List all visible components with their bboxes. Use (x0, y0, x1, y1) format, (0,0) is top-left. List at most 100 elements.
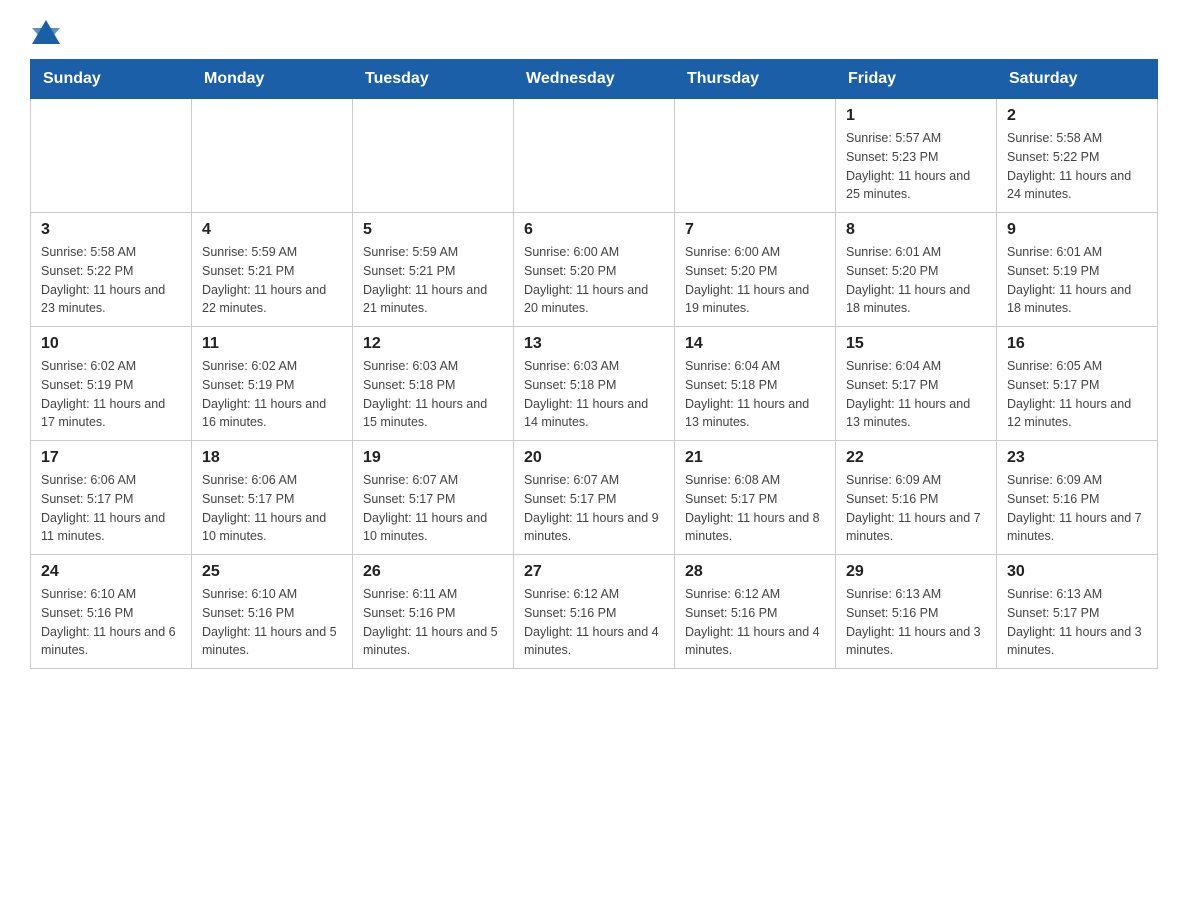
calendar-week-row: 24 Sunrise: 6:10 AMSunset: 5:16 PMDayligh… (31, 555, 1158, 669)
day-info: Sunrise: 6:05 AMSunset: 5:17 PMDaylight:… (1007, 357, 1147, 432)
calendar-cell: 25Sunrise: 6:10 AMSunset: 5:16 PMDayligh… (192, 555, 353, 669)
day-number: 2 (1007, 107, 1147, 125)
day-info: Sunrise: 6:11 AMSunset: 5:16 PMDaylight:… (363, 585, 503, 660)
calendar-cell: 22 Sunrise: 6:09 AMSunset: 5:16 PMDayligh… (836, 441, 997, 555)
day-info: Sunrise: 6:13 AMSunset: 5:17 PMDaylight:… (1007, 585, 1147, 660)
calendar-cell: 24 Sunrise: 6:10 AMSunset: 5:16 PMDayligh… (31, 555, 192, 669)
day-info: Sunrise: 6:08 AMSunset: 5:17 PMDaylight:… (685, 471, 825, 546)
calendar-cell: 6 Sunrise: 6:00 AMSunset: 5:20 PMDaylight… (514, 213, 675, 327)
day-info: Sunrise: 5:59 AMSunset: 5:21 PMDaylight:… (363, 243, 503, 318)
day-number: 26 (363, 563, 503, 581)
calendar-cell: 11 Sunrise: 6:02 AMSunset: 5:19 PMDayligh… (192, 327, 353, 441)
day-number: 13 (524, 335, 664, 353)
day-info: Sunrise: 6:09 AMSunset: 5:16 PMDaylight:… (1007, 471, 1147, 546)
calendar-cell: 19 Sunrise: 6:07 AMSunset: 5:17 PMDayligh… (353, 441, 514, 555)
header-thursday: Thursday (675, 60, 836, 99)
day-number: 14 (685, 335, 825, 353)
calendar-cell: 28Sunrise: 6:12 AMSunset: 5:16 PMDayligh… (675, 555, 836, 669)
day-number: 8 (846, 221, 986, 239)
calendar-cell (353, 99, 514, 213)
day-number: 16 (1007, 335, 1147, 353)
calendar-cell: 4Sunrise: 5:59 AMSunset: 5:21 PMDaylight… (192, 213, 353, 327)
calendar-cell: 21 Sunrise: 6:08 AMSunset: 5:17 PMDayligh… (675, 441, 836, 555)
calendar-cell: 13 Sunrise: 6:03 AMSunset: 5:18 PMDayligh… (514, 327, 675, 441)
day-info: Sunrise: 6:12 AMSunset: 5:16 PMDaylight:… (524, 585, 664, 660)
calendar-cell: 5 Sunrise: 5:59 AMSunset: 5:21 PMDaylight… (353, 213, 514, 327)
day-number: 19 (363, 449, 503, 467)
day-number: 18 (202, 449, 342, 467)
day-number: 5 (363, 221, 503, 239)
day-info: Sunrise: 6:07 AMSunset: 5:17 PMDaylight:… (524, 471, 664, 546)
calendar-cell: 17 Sunrise: 6:06 AMSunset: 5:17 PMDayligh… (31, 441, 192, 555)
calendar-cell: 14 Sunrise: 6:04 AMSunset: 5:18 PMDayligh… (675, 327, 836, 441)
calendar-cell (31, 99, 192, 213)
calendar-cell (192, 99, 353, 213)
day-number: 28 (685, 563, 825, 581)
calendar-week-row: 17 Sunrise: 6:06 AMSunset: 5:17 PMDayligh… (31, 441, 1158, 555)
day-info: Sunrise: 5:58 AMSunset: 5:22 PMDaylight:… (1007, 129, 1147, 204)
calendar-cell: 3 Sunrise: 5:58 AMSunset: 5:22 PMDaylight… (31, 213, 192, 327)
day-number: 20 (524, 449, 664, 467)
day-info: Sunrise: 6:01 AMSunset: 5:20 PMDaylight:… (846, 243, 986, 318)
day-info: Sunrise: 6:06 AMSunset: 5:17 PMDaylight:… (41, 471, 181, 546)
day-info: Sunrise: 6:13 AMSunset: 5:16 PMDaylight:… (846, 585, 986, 660)
day-number: 6 (524, 221, 664, 239)
calendar-cell: 16 Sunrise: 6:05 AMSunset: 5:17 PMDayligh… (997, 327, 1158, 441)
day-number: 25 (202, 563, 342, 581)
day-info: Sunrise: 6:06 AMSunset: 5:17 PMDaylight:… (202, 471, 342, 546)
calendar-cell (675, 99, 836, 213)
day-info: Sunrise: 6:00 AMSunset: 5:20 PMDaylight:… (685, 243, 825, 318)
calendar-cell: 15 Sunrise: 6:04 AMSunset: 5:17 PMDayligh… (836, 327, 997, 441)
day-number: 23 (1007, 449, 1147, 467)
calendar-cell: 23 Sunrise: 6:09 AMSunset: 5:16 PMDayligh… (997, 441, 1158, 555)
header-saturday: Saturday (997, 60, 1158, 99)
day-info: Sunrise: 6:00 AMSunset: 5:20 PMDaylight:… (524, 243, 664, 318)
day-info: Sunrise: 5:57 AMSunset: 5:23 PMDaylight:… (846, 129, 986, 204)
day-number: 27 (524, 563, 664, 581)
page-header (30, 20, 1158, 49)
calendar-cell: 1 Sunrise: 5:57 AMSunset: 5:23 PMDaylight… (836, 99, 997, 213)
day-number: 12 (363, 335, 503, 353)
day-info: Sunrise: 6:01 AMSunset: 5:19 PMDaylight:… (1007, 243, 1147, 318)
calendar-cell: 27 Sunrise: 6:12 AMSunset: 5:16 PMDayligh… (514, 555, 675, 669)
day-number: 21 (685, 449, 825, 467)
day-number: 11 (202, 335, 342, 353)
day-info: Sunrise: 6:09 AMSunset: 5:16 PMDaylight:… (846, 471, 986, 546)
header-wednesday: Wednesday (514, 60, 675, 99)
day-number: 1 (846, 107, 986, 125)
day-number: 10 (41, 335, 181, 353)
day-info: Sunrise: 6:04 AMSunset: 5:18 PMDaylight:… (685, 357, 825, 432)
calendar-cell: 8 Sunrise: 6:01 AMSunset: 5:20 PMDaylight… (836, 213, 997, 327)
calendar-header-row: Sunday Monday Tuesday Wednesday Thursday… (31, 60, 1158, 99)
calendar-week-row: 3 Sunrise: 5:58 AMSunset: 5:22 PMDaylight… (31, 213, 1158, 327)
day-info: Sunrise: 6:04 AMSunset: 5:17 PMDaylight:… (846, 357, 986, 432)
day-info: Sunrise: 5:58 AMSunset: 5:22 PMDaylight:… (41, 243, 181, 318)
calendar-cell: 30Sunrise: 6:13 AMSunset: 5:17 PMDayligh… (997, 555, 1158, 669)
calendar-cell: 12 Sunrise: 6:03 AMSunset: 5:18 PMDayligh… (353, 327, 514, 441)
day-number: 22 (846, 449, 986, 467)
header-tuesday: Tuesday (353, 60, 514, 99)
calendar-cell: 10 Sunrise: 6:02 AMSunset: 5:19 PMDayligh… (31, 327, 192, 441)
header-sunday: Sunday (31, 60, 192, 99)
day-info: Sunrise: 6:03 AMSunset: 5:18 PMDaylight:… (524, 357, 664, 432)
day-info: Sunrise: 6:02 AMSunset: 5:19 PMDaylight:… (41, 357, 181, 432)
logo-icon (32, 20, 60, 44)
calendar-cell: 18 Sunrise: 6:06 AMSunset: 5:17 PMDayligh… (192, 441, 353, 555)
day-info: Sunrise: 6:07 AMSunset: 5:17 PMDaylight:… (363, 471, 503, 546)
day-info: Sunrise: 6:02 AMSunset: 5:19 PMDaylight:… (202, 357, 342, 432)
calendar-table: Sunday Monday Tuesday Wednesday Thursday… (30, 59, 1158, 669)
calendar-cell: 7Sunrise: 6:00 AMSunset: 5:20 PMDaylight… (675, 213, 836, 327)
calendar-week-row: 10 Sunrise: 6:02 AMSunset: 5:19 PMDayligh… (31, 327, 1158, 441)
header-monday: Monday (192, 60, 353, 99)
day-info: Sunrise: 6:03 AMSunset: 5:18 PMDaylight:… (363, 357, 503, 432)
day-number: 4 (202, 221, 342, 239)
calendar-cell: 9Sunrise: 6:01 AMSunset: 5:19 PMDaylight… (997, 213, 1158, 327)
header-friday: Friday (836, 60, 997, 99)
day-number: 15 (846, 335, 986, 353)
day-number: 3 (41, 221, 181, 239)
day-number: 17 (41, 449, 181, 467)
calendar-cell: 2 Sunrise: 5:58 AMSunset: 5:22 PMDaylight… (997, 99, 1158, 213)
day-info: Sunrise: 6:10 AMSunset: 5:16 PMDaylight:… (41, 585, 181, 660)
day-number: 24 (41, 563, 181, 581)
day-number: 29 (846, 563, 986, 581)
